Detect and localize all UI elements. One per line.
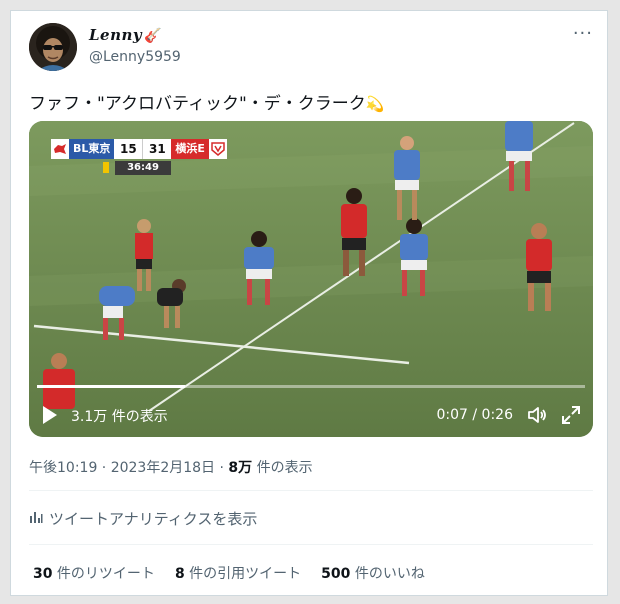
quotes-label: 件の引用ツイート <box>184 566 302 582</box>
retweets-count: 30 <box>33 566 53 582</box>
video-time: 0:07 / 0:26 <box>436 407 514 423</box>
likes-count: 500 <box>321 566 351 582</box>
team1-logo-icon <box>51 139 69 159</box>
retweets-stat[interactable]: 30 件のリツイート <box>33 563 155 583</box>
team1-name: BL東京 <box>69 139 115 159</box>
progress-bar-fill <box>37 385 185 388</box>
avatar[interactable] <box>29 23 77 71</box>
play-icon[interactable] <box>43 406 57 424</box>
fullscreen-icon[interactable] <box>561 405 581 429</box>
divider <box>29 490 593 491</box>
likes-stat[interactable]: 500 件のいいね <box>321 563 425 583</box>
more-options-icon[interactable]: ··· <box>573 23 593 44</box>
quotes-count: 8 <box>174 566 185 582</box>
tweet-views-suffix: 件の表示 <box>252 460 313 476</box>
analytics-link[interactable]: ツイートアナリティクスを表示 <box>29 508 257 529</box>
likes-label: 件のいいね <box>350 566 425 582</box>
volume-icon[interactable] <box>527 405 547 429</box>
video-player[interactable]: BL東京 15 31 横浜E 36:49 3.1万 件の表示 0:07 / 0:… <box>29 121 593 437</box>
tweet-card: Lenny 🎸 @Lenny5959 ··· ファフ・"アクロバティック"・デ・ク… <box>10 10 608 596</box>
dizzy-star-icon: 💫 <box>365 95 385 113</box>
tweet-meta: 午後10:19 · 2023年2月18日 · 8万 件の表示 <box>29 457 313 477</box>
tweet-text: ファフ・"アクロバティック"・デ・クラーク💫 <box>29 89 384 114</box>
yellow-card-icon <box>103 162 109 173</box>
match-clock: 36:49 <box>115 161 171 175</box>
team2-name: 横浜E <box>171 139 209 159</box>
avatar-image <box>29 23 77 71</box>
tweet-views-count: 8万 <box>228 460 253 476</box>
analytics-label: ツイートアナリティクスを表示 <box>49 510 258 528</box>
tweet-stats: 30 件のリツイート 8 件の引用ツイート 500 件のいいね <box>33 563 425 583</box>
team2-logo-icon <box>208 139 227 159</box>
user-name-text: Lenny <box>89 26 143 44</box>
team1-score: 15 <box>114 139 143 159</box>
user-name[interactable]: Lenny 🎸 <box>89 26 162 44</box>
video-frame <box>29 121 593 437</box>
team2-score: 31 <box>142 139 172 159</box>
tweet-text-body: ファフ・"アクロバティック"・デ・クラーク <box>29 94 366 114</box>
retweets-label: 件のリツイート <box>52 566 155 582</box>
analytics-bars-icon <box>29 510 43 528</box>
scoreboard: BL東京 15 31 横浜E <box>51 139 227 159</box>
divider <box>29 544 593 545</box>
guitar-icon: 🎸 <box>144 28 163 44</box>
user-handle[interactable]: @Lenny5959 <box>89 49 181 65</box>
tweet-timestamp[interactable]: 午後10:19 · 2023年2月18日 · <box>29 460 228 476</box>
quotes-stat[interactable]: 8 件の引用ツイート <box>175 563 301 583</box>
video-views: 3.1万 件の表示 <box>71 409 168 425</box>
